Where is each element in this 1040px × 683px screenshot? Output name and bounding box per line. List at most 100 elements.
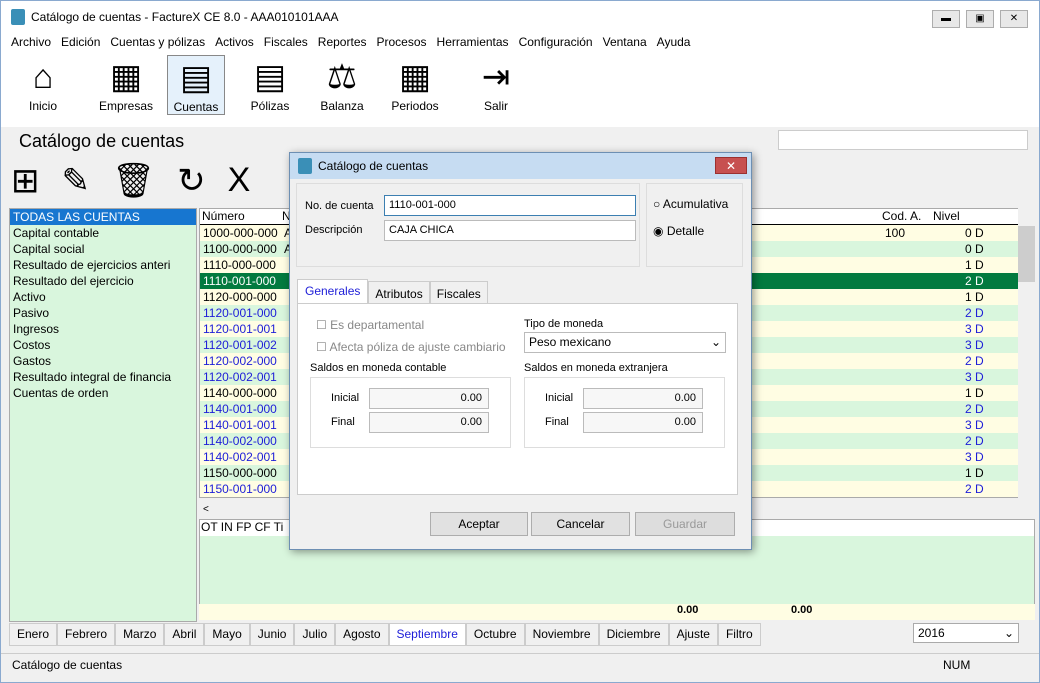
tree-item[interactable]: Ingresos xyxy=(10,321,196,337)
account-dialog: Catálogo de cuentas ✕ No. de cuenta 1110… xyxy=(289,152,752,550)
tree-item[interactable]: Capital social xyxy=(10,241,196,257)
month-tab-febrero[interactable]: Febrero xyxy=(57,623,116,646)
menu-item[interactable]: Herramientas xyxy=(437,33,509,51)
menu-item[interactable]: Archivo xyxy=(11,33,51,51)
ext-final-field: 0.00 xyxy=(583,412,703,433)
cell-nivel: 2 D xyxy=(965,274,984,288)
menu-item[interactable]: Fiscales xyxy=(264,33,308,51)
col-numero[interactable]: Número xyxy=(202,209,245,223)
toolbar-button-empresas[interactable]: ▦ Empresas xyxy=(91,55,161,113)
tree-item[interactable]: Cuentas de orden xyxy=(10,385,196,401)
cell-numero: 1110-000-000 xyxy=(203,258,276,272)
cancelar-button[interactable]: Cancelar xyxy=(531,512,630,536)
edit-icon[interactable]: ✎ xyxy=(62,161,91,201)
month-tab-mayo[interactable]: Mayo xyxy=(204,623,250,646)
menu-item[interactable]: Reportes xyxy=(318,33,367,51)
currency-select[interactable]: Peso mexicano ⌄ xyxy=(524,332,726,353)
cell-nivel: 0 D xyxy=(965,226,984,240)
dialog-close-button[interactable]: ✕ xyxy=(715,157,747,174)
tree-item[interactable]: Activo xyxy=(10,289,196,305)
tree-item[interactable]: Pasivo xyxy=(10,305,196,321)
tab-atributos[interactable]: Atributos xyxy=(368,281,430,304)
cont-final-field: 0.00 xyxy=(369,412,489,433)
final-label: Final xyxy=(545,416,569,428)
cell-nivel: 2 D xyxy=(965,354,984,368)
toolbar-label: Cuentas xyxy=(173,100,219,114)
toolbar-label: Balanza xyxy=(320,99,364,113)
col-cod[interactable]: Cod. A. xyxy=(882,209,921,223)
menu-item[interactable]: Activos xyxy=(215,33,254,51)
month-tab-marzo[interactable]: Marzo xyxy=(115,623,165,646)
month-tab-noviembre[interactable]: Noviembre xyxy=(524,623,599,646)
radio-detalle[interactable]: ◉ Detalle xyxy=(653,224,704,238)
menu-item[interactable]: Edición xyxy=(61,33,100,51)
month-tab-septiembre[interactable]: Septiembre xyxy=(388,623,466,646)
menu-item[interactable]: Cuentas y pólizas xyxy=(110,33,205,51)
action-bar: ⊞ ✎ 🗑 ↻ X xyxy=(11,161,250,201)
toolbar-button-cuentas[interactable]: ▤ Cuentas xyxy=(167,55,225,115)
search-input[interactable] xyxy=(778,130,1028,150)
cell-nivel: 2 D xyxy=(965,482,984,496)
delete-icon[interactable]: 🗑 xyxy=(112,161,155,201)
toolbar-button-inicio[interactable]: ⌂ Inicio xyxy=(13,55,73,114)
col-nivel[interactable]: Nivel xyxy=(933,209,960,223)
chk-departamental[interactable]: ☐ Es departamental xyxy=(316,318,424,332)
month-tab-filtro[interactable]: Filtro xyxy=(717,623,761,646)
description-input[interactable]: CAJA CHICA xyxy=(384,220,636,241)
month-tab-enero[interactable]: Enero xyxy=(9,623,58,646)
month-tab-ajuste[interactable]: Ajuste xyxy=(668,623,718,646)
month-tab-junio[interactable]: Junio xyxy=(249,623,295,646)
new-icon[interactable]: ⊞ xyxy=(11,161,40,201)
toolbar-button-salir[interactable]: ⇥ Salir xyxy=(463,55,529,113)
tree-item[interactable]: Gastos xyxy=(10,353,196,369)
month-tab-julio[interactable]: Julio xyxy=(294,623,336,646)
page-title: Catálogo de cuentas xyxy=(19,131,185,151)
toolbar-label: Salir xyxy=(483,99,508,113)
toolbar-button-balanza[interactable]: ⚖ Balanza xyxy=(311,55,373,113)
tab-generales[interactable]: Generales xyxy=(297,279,369,304)
cell-numero: 1150-000-000 xyxy=(203,466,277,480)
tree-item[interactable]: TODAS LAS CUENTAS xyxy=(10,209,196,225)
excel-icon[interactable]: X xyxy=(228,161,251,201)
toolbar-button-periodos[interactable]: ▦ Periodos xyxy=(383,55,447,113)
tree-item[interactable]: Resultado de ejercicios anteri xyxy=(10,257,196,273)
close-window-button[interactable]: ✕ xyxy=(1000,10,1028,28)
month-tab-agosto[interactable]: Agosto xyxy=(335,623,389,646)
tree-item[interactable]: Capital contable xyxy=(10,225,196,241)
cell-nivel: 3 D xyxy=(965,497,984,498)
cell-nivel: 1 D xyxy=(965,386,984,400)
tab-fiscales[interactable]: Fiscales xyxy=(429,281,488,304)
menu-item[interactable]: Ventana xyxy=(603,33,647,51)
detalle-label: Detalle xyxy=(666,224,705,238)
tree-item[interactable]: Resultado integral de financia xyxy=(10,369,196,385)
year-select[interactable]: 2016 ⌄ xyxy=(913,623,1019,643)
menu-bar: Archivo Edición Cuentas y pólizas Activos Fi… xyxy=(1,33,1039,51)
menu-item[interactable]: Ayuda xyxy=(657,33,691,51)
account-number-input[interactable]: 1110-001-000 xyxy=(384,195,636,216)
month-tab-abril[interactable]: Abril xyxy=(164,623,205,646)
saldos-ext-label: Saldos en moneda extranjera xyxy=(524,362,668,374)
maximize-button[interactable]: ▣ xyxy=(966,10,994,28)
refresh-icon[interactable]: ↻ xyxy=(177,161,206,201)
ext-inicial-field: 0.00 xyxy=(583,388,703,409)
cell-cod: 100 xyxy=(885,226,906,240)
inicial-label: Inicial xyxy=(545,392,574,404)
tree-item[interactable]: Costos xyxy=(10,337,196,353)
radio-acumulativa[interactable]: ○ Acumulativa xyxy=(653,197,728,211)
minimize-button[interactable]: ▬ xyxy=(932,10,960,28)
guardar-button[interactable]: Guardar xyxy=(635,512,735,536)
cell-nivel: 3 D xyxy=(965,322,984,336)
menu-item[interactable]: Configuración xyxy=(519,33,593,51)
cell-numero: 1140-001-001 xyxy=(203,418,277,432)
chk-afecta[interactable]: ☐ Afecta póliza de ajuste cambiario xyxy=(316,340,506,354)
grid-vertical-scrollbar[interactable] xyxy=(1018,208,1035,504)
toolbar-button-pólizas[interactable]: ▤ Pólizas xyxy=(241,55,299,113)
month-tab-diciembre[interactable]: Diciembre xyxy=(598,623,669,646)
cell-nivel: 1 D xyxy=(965,258,984,272)
menu-item[interactable]: Procesos xyxy=(377,33,427,51)
cell-nivel: 3 D xyxy=(965,338,984,352)
window-title: Catálogo de cuentas - FactureX CE 8.0 - … xyxy=(31,10,339,24)
aceptar-button[interactable]: Aceptar xyxy=(430,512,528,536)
tree-item[interactable]: Resultado del ejercicio xyxy=(10,273,196,289)
month-tab-octubre[interactable]: Octubre xyxy=(465,623,525,646)
